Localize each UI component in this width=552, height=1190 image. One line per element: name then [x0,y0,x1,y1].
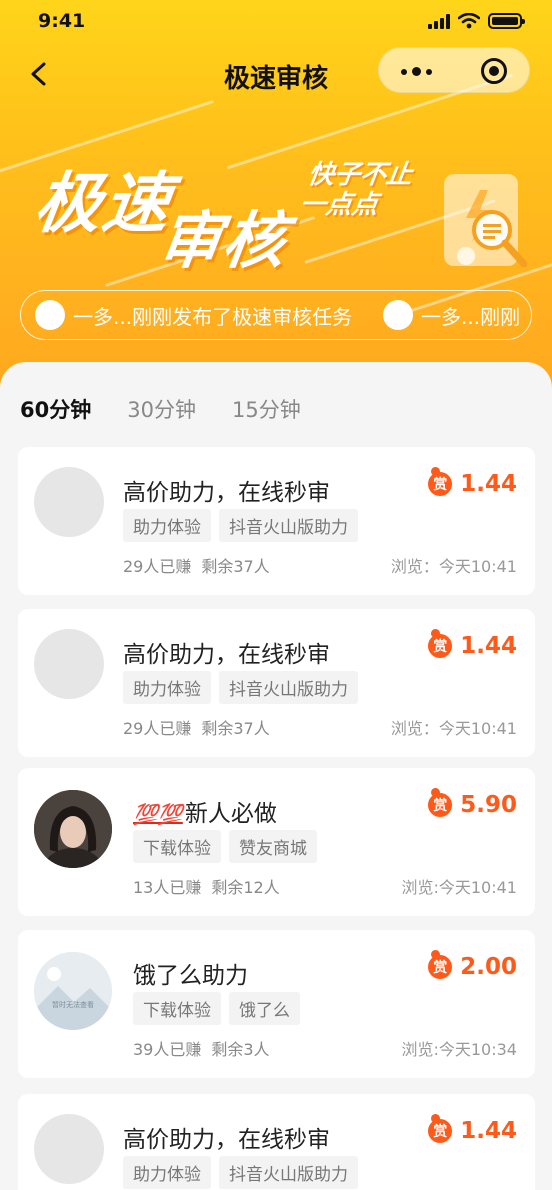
announcement-ticker: 一多...刚刚发布了极速审核任务 一多...刚刚 [20,290,532,340]
task-title: 高价助力，在线秒审 [123,480,330,506]
more-icon[interactable] [401,67,432,76]
task-title: 💯💯新人必做 [133,801,277,827]
user-avatar [383,300,413,330]
task-views: 浏览：今天10:41 [390,557,517,576]
task-card[interactable]: 暂时无法查看 饿了么助力 下载体验 饿了么 39人已赚 剩余3人 浏览:今天10:… [18,930,535,1078]
tab-30-minutes[interactable]: 30分钟 [127,394,196,424]
task-avatar [34,1114,104,1184]
task-tag: 助力体验 [123,671,211,704]
task-reward: 赏 1.44 [428,1118,517,1144]
task-reward: 赏 2.00 [428,954,517,980]
task-tag: 助力体验 [123,509,211,542]
task-card[interactable]: 💯💯新人必做 下载体验 赞友商城 13人已赚 剩余12人 浏览:今天10:41 赏… [18,768,535,916]
task-avatar-photo [34,790,112,868]
task-tag: 饿了么 [229,992,300,1025]
task-card[interactable]: 高价助力，在线秒审 助力体验 抖音火山版助力 29人已赚 剩余37人 浏览：今天1… [18,609,535,757]
task-card[interactable]: 高价助力，在线秒审 助力体验 抖音火山版助力 赏 1.44 [18,1094,535,1190]
task-views: 浏览:今天10:34 [401,1040,517,1059]
image-unavailable-icon [34,952,112,1030]
nav-bar: 极速审核 [0,44,552,104]
task-tag: 助力体验 [123,1156,211,1189]
hero-title-line2: 审核 [154,204,293,277]
ticker-text: 一多...刚刚 [421,304,521,329]
task-tag: 抖音火山版助力 [219,509,358,542]
ticker-text: 一多...刚刚发布了极速审核任务 [73,304,353,329]
document-review-icon [444,174,528,268]
task-stats: 13人已赚 剩余12人 [133,878,280,897]
task-stats: 39人已赚 剩余3人 [133,1040,270,1059]
status-time: 9:41 [38,10,86,32]
ticker-item: 一多...刚刚 [383,300,520,330]
reward-icon: 赏 [428,955,453,979]
reward-amount: 1.44 [460,471,517,497]
task-avatar-unavailable: 暂时无法查看 [34,952,112,1030]
reward-icon: 赏 [428,634,453,658]
wifi-icon [458,13,480,29]
avatar-caption: 暂时无法查看 [52,1001,94,1009]
reward-amount: 5.90 [460,792,517,818]
task-tag: 抖音火山版助力 [219,671,358,704]
reward-icon: 赏 [428,793,453,817]
task-avatar [34,467,104,537]
duration-tabs: 60分钟 30分钟 15分钟 [20,394,337,428]
task-title: 饿了么助力 [133,963,248,989]
reward-icon: 赏 [428,472,453,496]
task-views: 浏览：今天10:41 [390,719,517,738]
task-reward: 赏 1.44 [428,471,517,497]
task-tag: 赞友商城 [229,830,317,863]
hundred-emoji: 💯💯 [133,802,183,826]
task-reward: 赏 5.90 [428,792,517,818]
task-card[interactable]: 高价助力，在线秒审 助力体验 抖音火山版助力 29人已赚 剩余37人 浏览：今天1… [18,447,535,595]
hero-slogan: 快子不止 一点点 [298,160,415,220]
tab-15-minutes[interactable]: 15分钟 [232,394,301,424]
task-tag: 下载体验 [133,830,221,863]
reward-icon: 赏 [428,1119,453,1143]
reward-amount: 2.00 [460,954,517,980]
task-stats: 29人已赚 剩余37人 [123,719,270,738]
task-tag: 下载体验 [133,992,221,1025]
reward-amount: 1.44 [460,633,517,659]
user-avatar [35,300,65,330]
task-list-panel: 60分钟 30分钟 15分钟 高价助力，在线秒审 助力体验 抖音火山版助力 29… [0,362,552,1190]
battery-icon [488,13,525,29]
reward-amount: 1.44 [460,1118,517,1144]
ticker-item: 一多...刚刚发布了极速审核任务 [35,300,352,330]
task-views: 浏览:今天10:41 [401,878,517,897]
task-stats: 29人已赚 剩余37人 [123,557,270,576]
task-title: 高价助力，在线秒审 [123,1127,330,1153]
task-tag: 抖音火山版助力 [219,1156,358,1189]
signal-icon [428,13,450,29]
mini-program-capsule [378,47,530,93]
hero-slogan-line2: 一点点 [297,190,381,220]
close-target-icon[interactable] [481,58,507,84]
tab-60-minutes[interactable]: 60分钟 [20,394,91,428]
task-avatar [34,629,104,699]
status-bar: 9:41 [0,0,552,44]
hero-title-line1: 极速 [29,165,177,242]
task-reward: 赏 1.44 [428,633,517,659]
hero-slogan-line1: 快子不止 [306,160,415,190]
task-title: 高价助力，在线秒审 [123,642,330,668]
